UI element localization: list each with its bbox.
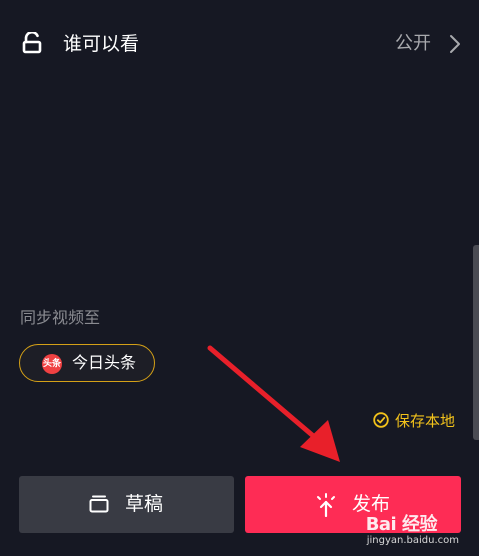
watermark-url: jingyan.baidu.com bbox=[366, 535, 459, 546]
upload-sparkle-icon bbox=[317, 493, 335, 517]
watermark: Bai 经验 jingyan.baidu.com bbox=[355, 510, 465, 550]
toutiao-logo-icon: 头条 bbox=[42, 354, 62, 374]
draft-label: 草稿 bbox=[125, 493, 164, 515]
toutiao-sync-toggle[interactable]: 头条 今日头条 bbox=[19, 344, 155, 382]
privacy-label: 谁可以看 bbox=[63, 33, 140, 55]
privacy-value: 公开 bbox=[395, 33, 431, 54]
toutiao-label: 今日头条 bbox=[72, 353, 137, 372]
annotation-arrow bbox=[207, 345, 340, 462]
check-circle-icon bbox=[373, 412, 389, 428]
publish-settings-screen: 谁可以看 公开 同步视频至 头条 今日头条 保存本地 草稿 发布 Bai 经验 … bbox=[0, 0, 479, 556]
watermark-logo: Bai 经验 bbox=[365, 514, 438, 535]
unlock-icon bbox=[22, 32, 42, 54]
privacy-setting-row[interactable]: 谁可以看 公开 bbox=[0, 20, 479, 68]
sync-section-label: 同步视频至 bbox=[20, 308, 101, 327]
draft-box-icon bbox=[89, 495, 109, 513]
draft-button[interactable]: 草稿 bbox=[19, 476, 234, 533]
chevron-right-icon bbox=[450, 35, 460, 53]
scrollbar[interactable] bbox=[473, 245, 479, 440]
save-local-label: 保存本地 bbox=[395, 412, 456, 430]
save-local-toggle[interactable]: 保存本地 bbox=[373, 410, 461, 432]
